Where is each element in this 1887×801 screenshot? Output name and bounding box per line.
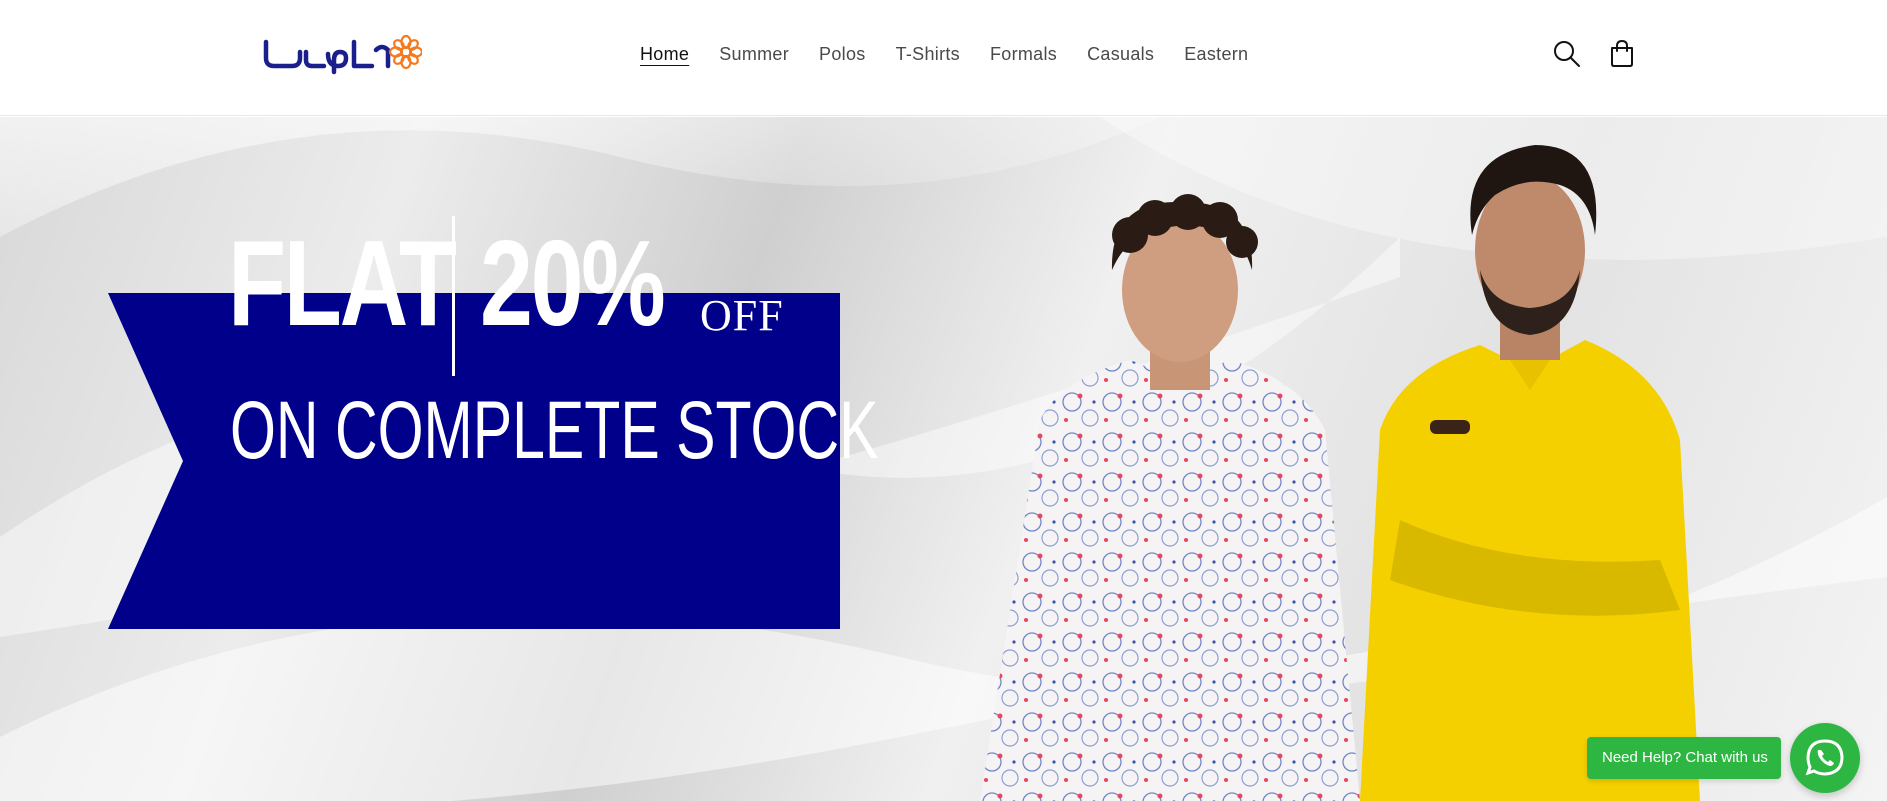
promo-subtitle: ON COMPLETE STOCK	[230, 385, 879, 476]
model-printed-shirt-image	[980, 194, 1360, 801]
chat-help-label[interactable]: Need Help? Chat with us	[1587, 737, 1781, 779]
promo-flat-text: FLAT	[228, 215, 457, 351]
model-yellow-polo-image	[1360, 145, 1700, 801]
brand-logo[interactable]	[262, 28, 424, 78]
whatsapp-chat-button[interactable]	[1790, 723, 1860, 793]
main-nav: Home Summer Polos T-Shirts Formals Casua…	[625, 41, 1263, 67]
nav-summer[interactable]: Summer	[704, 41, 804, 67]
promo-percent-text: 20%	[480, 215, 666, 351]
promo-off-text: OFF	[700, 291, 784, 340]
flower-logo-icon	[388, 34, 424, 70]
nav-casuals[interactable]: Casuals	[1072, 41, 1169, 67]
nav-home[interactable]: Home	[625, 41, 704, 67]
brand-logo-wordmark	[263, 34, 424, 75]
cart-button[interactable]	[1606, 38, 1638, 70]
nav-t-shirts[interactable]: T-Shirts	[881, 41, 975, 67]
promo-divider	[452, 216, 455, 376]
site-header: Home Summer Polos T-Shirts Formals Casua…	[0, 0, 1887, 116]
nav-eastern[interactable]: Eastern	[1169, 41, 1263, 67]
search-button[interactable]	[1551, 38, 1583, 70]
cart-icon	[1611, 39, 1633, 67]
nav-formals[interactable]: Formals	[975, 41, 1072, 67]
whatsapp-icon	[1805, 739, 1844, 776]
search-icon	[1554, 41, 1580, 67]
nav-polos[interactable]: Polos	[804, 41, 881, 67]
